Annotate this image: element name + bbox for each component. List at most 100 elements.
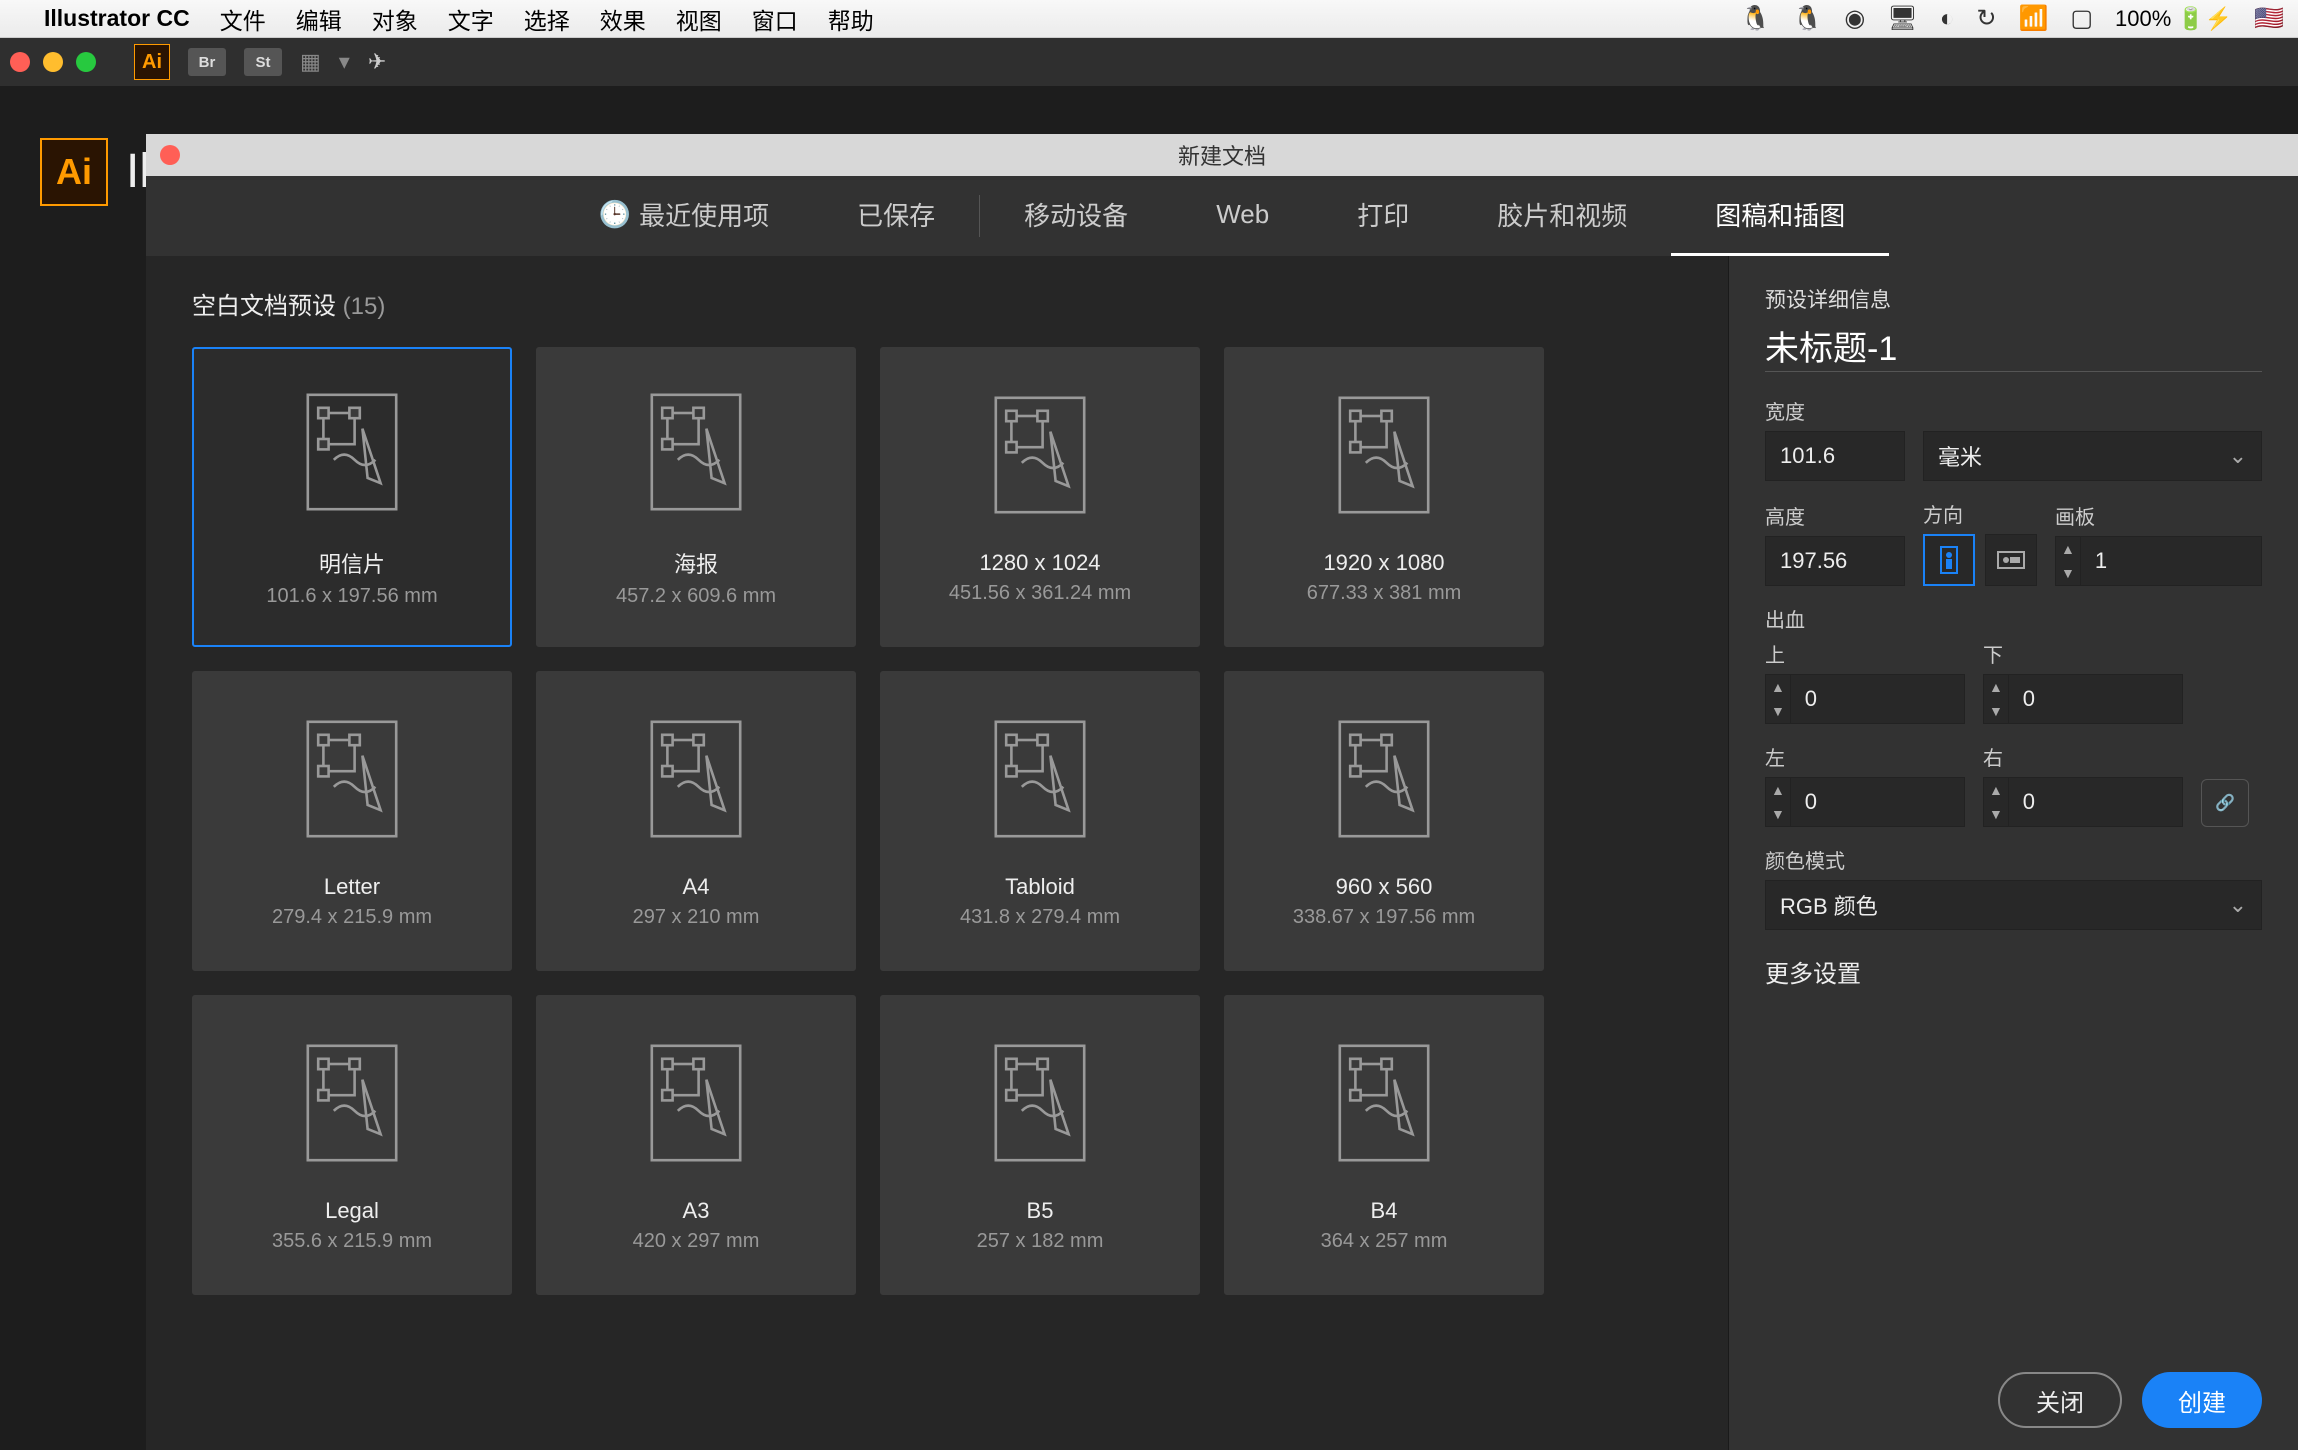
- menu-file[interactable]: 文件: [220, 2, 266, 36]
- stepper-down-icon[interactable]: ▼: [1984, 802, 2008, 826]
- unit-value: 毫米: [1938, 440, 1982, 472]
- window-controls: [10, 52, 96, 72]
- preset-dimensions: 355.6 x 215.9 mm: [272, 1230, 432, 1253]
- presets-panel: 空白文档预设 (15) 明信片 101.6 x 197.56 mm 海报 457…: [146, 256, 1728, 1450]
- preset-dimensions: 257 x 182 mm: [977, 1230, 1104, 1253]
- tab-recent[interactable]: 🕒 最近使用项: [555, 176, 813, 256]
- preset-card[interactable]: 1920 x 1080 677.33 x 381 mm: [1224, 347, 1544, 647]
- gpu-icon[interactable]: ✈: [368, 49, 386, 75]
- preset-card[interactable]: B5 257 x 182 mm: [880, 995, 1200, 1295]
- dialog-close-button[interactable]: [160, 145, 180, 165]
- battery-status[interactable]: 100% 🔋⚡: [2115, 6, 2232, 32]
- orientation-landscape-button[interactable]: [1985, 534, 2037, 586]
- color-mode-value: RGB 颜色: [1780, 889, 1878, 921]
- menu-select[interactable]: 选择: [524, 2, 570, 36]
- preset-card[interactable]: A3 420 x 297 mm: [536, 995, 856, 1295]
- app-name[interactable]: Illustrator CC: [44, 5, 190, 32]
- bleed-right-value[interactable]: [2009, 777, 2183, 827]
- menu-effect[interactable]: 效果: [600, 2, 646, 36]
- artboards-stepper[interactable]: ▲ ▼: [2055, 536, 2262, 586]
- preset-name: 1920 x 1080: [1323, 550, 1444, 576]
- stepper-down-icon[interactable]: ▼: [1766, 699, 1790, 723]
- height-value[interactable]: [1780, 548, 1890, 574]
- tab-film[interactable]: 胶片和视频: [1453, 176, 1671, 256]
- preset-card[interactable]: B4 364 x 257 mm: [1224, 995, 1544, 1295]
- stepper-up-icon[interactable]: ▲: [2056, 537, 2080, 561]
- qq-icon[interactable]: 🐧: [1741, 4, 1771, 33]
- menu-help[interactable]: 帮助: [828, 2, 874, 36]
- preset-card[interactable]: 海报 457.2 x 609.6 mm: [536, 347, 856, 647]
- orientation-portrait-button[interactable]: [1923, 534, 1975, 586]
- bleed-bottom-value[interactable]: [2009, 674, 2183, 724]
- wifi-icon[interactable]: 📶: [2018, 4, 2048, 33]
- menu-type[interactable]: 文字: [448, 2, 494, 36]
- bleed-left-label: 左: [1765, 742, 1965, 771]
- document-name-input[interactable]: [1765, 326, 2262, 365]
- artboards-value[interactable]: [2081, 536, 2262, 586]
- menu-edit[interactable]: 编辑: [296, 2, 342, 36]
- dialog-titlebar: 新建文档: [146, 134, 2298, 176]
- width-input[interactable]: [1765, 431, 1905, 481]
- sync-icon[interactable]: ↻: [1976, 4, 1996, 33]
- menu-object[interactable]: 对象: [372, 2, 418, 36]
- stepper-down-icon[interactable]: ▼: [1984, 699, 2008, 723]
- creative-cloud-icon[interactable]: ◉: [1844, 4, 1865, 33]
- preset-card[interactable]: A4 297 x 210 mm: [536, 671, 856, 971]
- stepper-down-icon[interactable]: ▼: [1766, 802, 1790, 826]
- dialog-footer: 关闭 创建: [1729, 1350, 2298, 1450]
- tab-print[interactable]: 打印: [1313, 176, 1453, 256]
- bleed-right-stepper[interactable]: ▲▼: [1983, 777, 2183, 827]
- bleed-left-stepper[interactable]: ▲▼: [1765, 777, 1965, 827]
- display-icon[interactable]: 🖥: [1887, 4, 1917, 33]
- menu-window[interactable]: 窗口: [752, 2, 798, 36]
- tab-web[interactable]: Web: [1172, 176, 1313, 256]
- stepper-up-icon[interactable]: ▲: [1984, 778, 2008, 802]
- width-value[interactable]: [1780, 443, 1890, 469]
- arrange-documents-icon[interactable]: ▦: [300, 49, 321, 75]
- bleed-bottom-stepper[interactable]: ▲▼: [1983, 674, 2183, 724]
- unit-select[interactable]: 毫米 ⌄: [1923, 431, 2262, 481]
- stepper-up-icon[interactable]: ▲: [1766, 675, 1790, 699]
- tab-art[interactable]: 图稿和插图: [1671, 176, 1889, 256]
- bleed-top-value[interactable]: [1791, 674, 1965, 724]
- illustrator-appbar: Ai Br St ▦ ▾ ✈: [0, 38, 2298, 86]
- window-minimize-button[interactable]: [43, 52, 63, 72]
- menu-view[interactable]: 视图: [676, 2, 722, 36]
- preset-dimensions: 457.2 x 609.6 mm: [616, 585, 776, 608]
- chevron-down-icon: ⌄: [2229, 443, 2247, 469]
- stepper-up-icon[interactable]: ▲: [1766, 778, 1790, 802]
- bridge-button[interactable]: Br: [188, 48, 226, 76]
- preset-name: Letter: [324, 874, 380, 900]
- preset-card[interactable]: Legal 355.6 x 215.9 mm: [192, 995, 512, 1295]
- preset-document-icon: [297, 714, 407, 844]
- stepper-down-icon[interactable]: ▼: [2056, 561, 2080, 585]
- tab-mobile[interactable]: 移动设备: [980, 176, 1172, 256]
- stock-button[interactable]: St: [244, 48, 282, 76]
- preset-card[interactable]: 1280 x 1024 451.56 x 361.24 mm: [880, 347, 1200, 647]
- height-input[interactable]: [1765, 536, 1905, 586]
- window-close-button[interactable]: [10, 52, 30, 72]
- preset-card[interactable]: Tabloid 431.8 x 279.4 mm: [880, 671, 1200, 971]
- flag-icon[interactable]: 🇺🇸: [2254, 4, 2284, 33]
- illustrator-app-icon: Ai: [134, 44, 170, 80]
- airplay-icon[interactable]: ▢: [2070, 4, 2093, 33]
- bleed-link-button[interactable]: 🔗: [2201, 779, 2249, 827]
- more-settings-button[interactable]: 更多设置: [1765, 954, 2262, 989]
- chevron-down-icon[interactable]: ▾: [339, 49, 350, 75]
- qq-icon[interactable]: 🐧: [1793, 4, 1823, 33]
- preset-card[interactable]: 明信片 101.6 x 197.56 mm: [192, 347, 512, 647]
- tab-saved[interactable]: 已保存: [813, 176, 979, 256]
- close-button[interactable]: 关闭: [1998, 1372, 2122, 1428]
- stepper-up-icon[interactable]: ▲: [1984, 675, 2008, 699]
- dialog-content: 空白文档预设 (15) 明信片 101.6 x 197.56 mm 海报 457…: [146, 256, 2298, 1450]
- preset-name: A3: [683, 1198, 710, 1224]
- color-mode-select[interactable]: RGB 颜色 ⌄: [1765, 880, 2262, 930]
- preset-card[interactable]: 960 x 560 338.67 x 197.56 mm: [1224, 671, 1544, 971]
- siri-icon[interactable]: ◐: [1940, 5, 1955, 33]
- create-button[interactable]: 创建: [2142, 1372, 2262, 1428]
- preset-name: A4: [683, 874, 710, 900]
- bleed-left-value[interactable]: [1791, 777, 1965, 827]
- preset-card[interactable]: Letter 279.4 x 215.9 mm: [192, 671, 512, 971]
- window-zoom-button[interactable]: [76, 52, 96, 72]
- bleed-top-stepper[interactable]: ▲▼: [1765, 674, 1965, 724]
